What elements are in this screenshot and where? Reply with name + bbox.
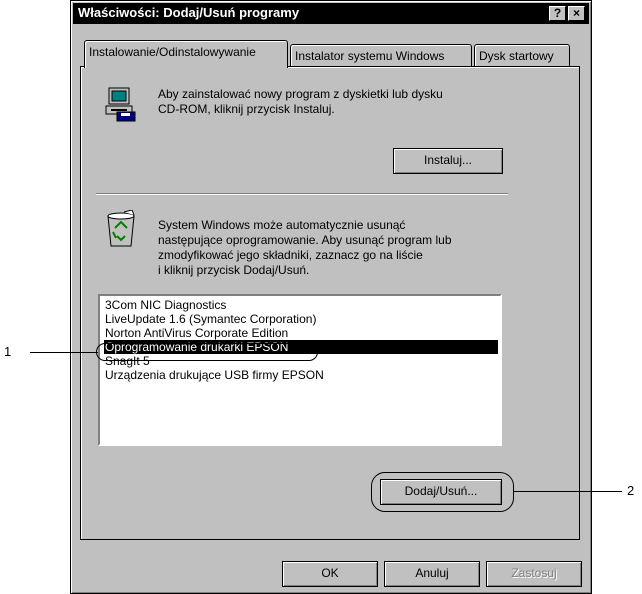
section-divider	[96, 193, 508, 195]
programs-listbox[interactable]: 3Com NIC Diagnostics LiveUpdate 1.6 (Sym…	[98, 294, 502, 446]
install-button-label: Instaluj...	[423, 153, 473, 167]
remove-description-line-2: następujące oprogramowanie. Aby usunąć p…	[158, 233, 452, 247]
callout-number-2: 2	[627, 483, 635, 498]
list-item[interactable]: LiveUpdate 1.6 (Symantec Corporation)	[104, 312, 316, 326]
callout-oval-2	[371, 472, 514, 512]
floppy-computer-icon	[105, 87, 136, 122]
callout-line-2	[514, 491, 622, 492]
list-item[interactable]: 3Com NIC Diagnostics	[104, 298, 226, 312]
help-button[interactable]: ?	[549, 6, 566, 21]
dialog-title: Właściwości: Dodaj/Usuń programy	[78, 5, 300, 20]
list-item[interactable]: Norton AntiVirus Corporate Edition	[104, 326, 288, 340]
install-button[interactable]: Instaluj...	[393, 148, 503, 174]
tab-install-uninstall[interactable]: Instalowanie/Odinstalowywanie	[84, 40, 288, 68]
recycle-bin-icon	[107, 210, 135, 247]
tab-startup-disk[interactable]: Dysk startowy	[474, 44, 570, 68]
close-button[interactable]: ×	[568, 6, 585, 21]
callout-line-1	[30, 352, 98, 353]
list-item[interactable]: Urządzenia drukujące USB firmy EPSON	[104, 368, 324, 382]
ok-button[interactable]: OK	[282, 561, 378, 587]
remove-description-line-3: zmodyfikować jego składniki, zaznacz go …	[158, 248, 423, 262]
remove-description-line-4: i kliknij przycisk Dodaj/Usuń.	[158, 263, 310, 277]
tab-windows-setup[interactable]: Instalator systemu Windows	[290, 44, 472, 68]
callout-oval-1	[96, 343, 318, 361]
remove-description-line-1: System Windows może automatycznie usunąć	[158, 218, 406, 232]
callout-number-1: 1	[4, 344, 12, 359]
cancel-button[interactable]: Anuluj	[384, 561, 480, 587]
install-description-line-2: CD-ROM, kliknij przycisk Instaluj.	[158, 102, 335, 116]
apply-button[interactable]: Zastosuj	[486, 561, 582, 587]
install-description-line-1: Aby zainstalować nowy program z dyskietk…	[158, 87, 443, 101]
